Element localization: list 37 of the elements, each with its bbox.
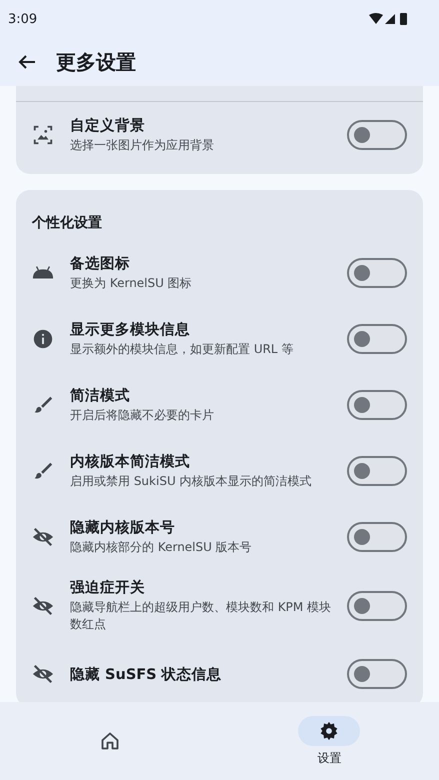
setting-description: 更换为 KernelSU 图标 xyxy=(70,275,192,292)
setting-title: 隐藏内核版本号 xyxy=(70,518,175,537)
status-icons xyxy=(369,12,407,26)
toggle-switch[interactable] xyxy=(347,590,407,620)
setting-title: 内核版本简洁模式 xyxy=(70,452,190,471)
toggle-switch[interactable] xyxy=(347,522,407,552)
toggle-switch[interactable] xyxy=(347,258,407,288)
setting-title: 强迫症开关 xyxy=(70,578,145,597)
setting-title: 简洁模式 xyxy=(70,386,130,405)
setting-description: 隐藏内核部分的 KernelSU 版本号 xyxy=(70,539,252,556)
setting-description: 开启后将隐藏不必要的卡片 xyxy=(70,407,214,424)
image-icon xyxy=(32,124,54,146)
eye-off-icon xyxy=(32,526,54,548)
info-icon xyxy=(32,328,54,350)
toggle-switch[interactable] xyxy=(347,324,407,354)
eye-off-icon xyxy=(32,663,54,685)
toggle-switch[interactable] xyxy=(347,120,407,150)
settings-icon xyxy=(319,720,340,740)
status-time: 3:09 xyxy=(8,12,38,26)
setting-description: 显示额外的模块信息，如更新配置 URL 等 xyxy=(70,341,294,358)
page-title: 更多设置 xyxy=(56,48,136,76)
toggle-switch[interactable] xyxy=(347,390,407,420)
eye-off-icon xyxy=(32,594,54,616)
setting-title: 隐藏 SuSFS 状态信息 xyxy=(70,666,222,684)
nav-label: 设置 xyxy=(317,750,342,766)
setting-title: 自定义背景 xyxy=(70,116,145,135)
back-arrow-icon[interactable] xyxy=(18,54,36,70)
section-header: 个性化设置 xyxy=(30,214,103,233)
setting-title: 备选图标 xyxy=(70,254,130,273)
setting-description: 选择一张图片作为应用背景 xyxy=(70,137,214,154)
toggle-switch[interactable] xyxy=(347,456,407,486)
home-icon xyxy=(100,731,120,751)
setting-description: 启用或禁用 SukiSU 内核版本显示的简洁模式 xyxy=(70,473,312,490)
settings-tab[interactable] xyxy=(298,716,360,746)
toggle-switch[interactable] xyxy=(347,659,407,689)
setting-title: 显示更多模块信息 xyxy=(70,320,190,339)
setting-description: 隐藏导航栏上的超级用户数、模块数和 KPM 模块数红点 xyxy=(70,599,332,633)
